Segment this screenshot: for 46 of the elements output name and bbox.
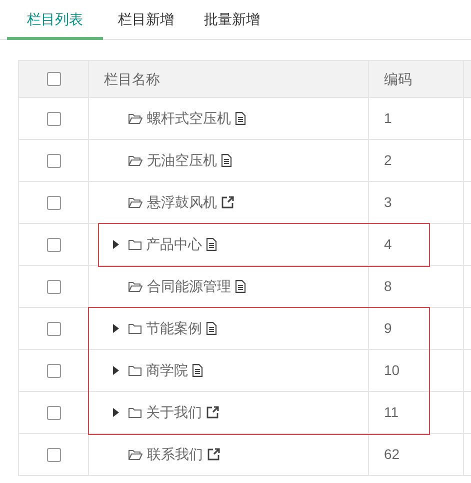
category-name: 商学院 xyxy=(146,361,188,380)
checkbox[interactable] xyxy=(46,72,60,86)
checkbox[interactable] xyxy=(46,280,60,294)
table-cell-text: 11 xyxy=(384,403,399,422)
checkbox[interactable] xyxy=(46,196,60,210)
table-cell-text: 4 xyxy=(384,235,392,254)
tab[interactable]: 栏目列表 xyxy=(7,0,103,40)
category-name: 产品中心 xyxy=(146,235,202,254)
table-cell-text: 3 xyxy=(384,193,392,212)
checkbox[interactable] xyxy=(46,154,60,168)
table-cell-text: 10 xyxy=(384,361,400,380)
expand-arrow-icon[interactable] xyxy=(113,324,119,333)
table-cell-text: 62 xyxy=(384,445,400,464)
tab[interactable]: 批量新增 xyxy=(189,0,275,40)
folder-icon xyxy=(128,238,142,250)
folder-icon xyxy=(128,406,142,418)
category-name: 节能案例 xyxy=(146,319,202,338)
table-cell-text: 9 xyxy=(384,319,392,338)
open-folder-icon xyxy=(128,196,143,208)
table-cell-text: 8 xyxy=(384,277,392,296)
expand-arrow-icon[interactable] xyxy=(113,240,119,249)
expand-arrow-icon[interactable] xyxy=(113,366,119,375)
checkbox[interactable] xyxy=(46,448,60,462)
category-name: 关于我们 xyxy=(146,403,202,422)
column-header: 编码 xyxy=(384,70,412,88)
category-name: 合同能源管理 xyxy=(147,277,231,296)
open-folder-icon xyxy=(128,154,143,166)
checkbox[interactable] xyxy=(46,364,60,378)
column-header: 栏目名称 xyxy=(104,70,160,88)
folder-icon xyxy=(128,322,142,334)
table-cell-text: 1 xyxy=(384,109,392,128)
checkbox[interactable] xyxy=(46,112,60,126)
table-cell-text: 2 xyxy=(384,151,392,170)
checkbox[interactable] xyxy=(46,406,60,420)
checkbox[interactable] xyxy=(46,238,60,252)
category-name: 螺杆式空压机 xyxy=(147,109,231,128)
open-folder-icon xyxy=(128,112,143,124)
open-folder-icon xyxy=(128,448,143,460)
tab[interactable]: 栏目新增 xyxy=(103,0,189,40)
open-folder-icon xyxy=(128,280,143,292)
folder-icon xyxy=(128,364,142,376)
category-name: 悬浮鼓风机 xyxy=(147,193,217,212)
category-name: 无油空压机 xyxy=(147,151,217,170)
checkbox[interactable] xyxy=(46,322,60,336)
category-name: 联系我们 xyxy=(147,445,203,464)
expand-arrow-icon[interactable] xyxy=(113,408,119,417)
